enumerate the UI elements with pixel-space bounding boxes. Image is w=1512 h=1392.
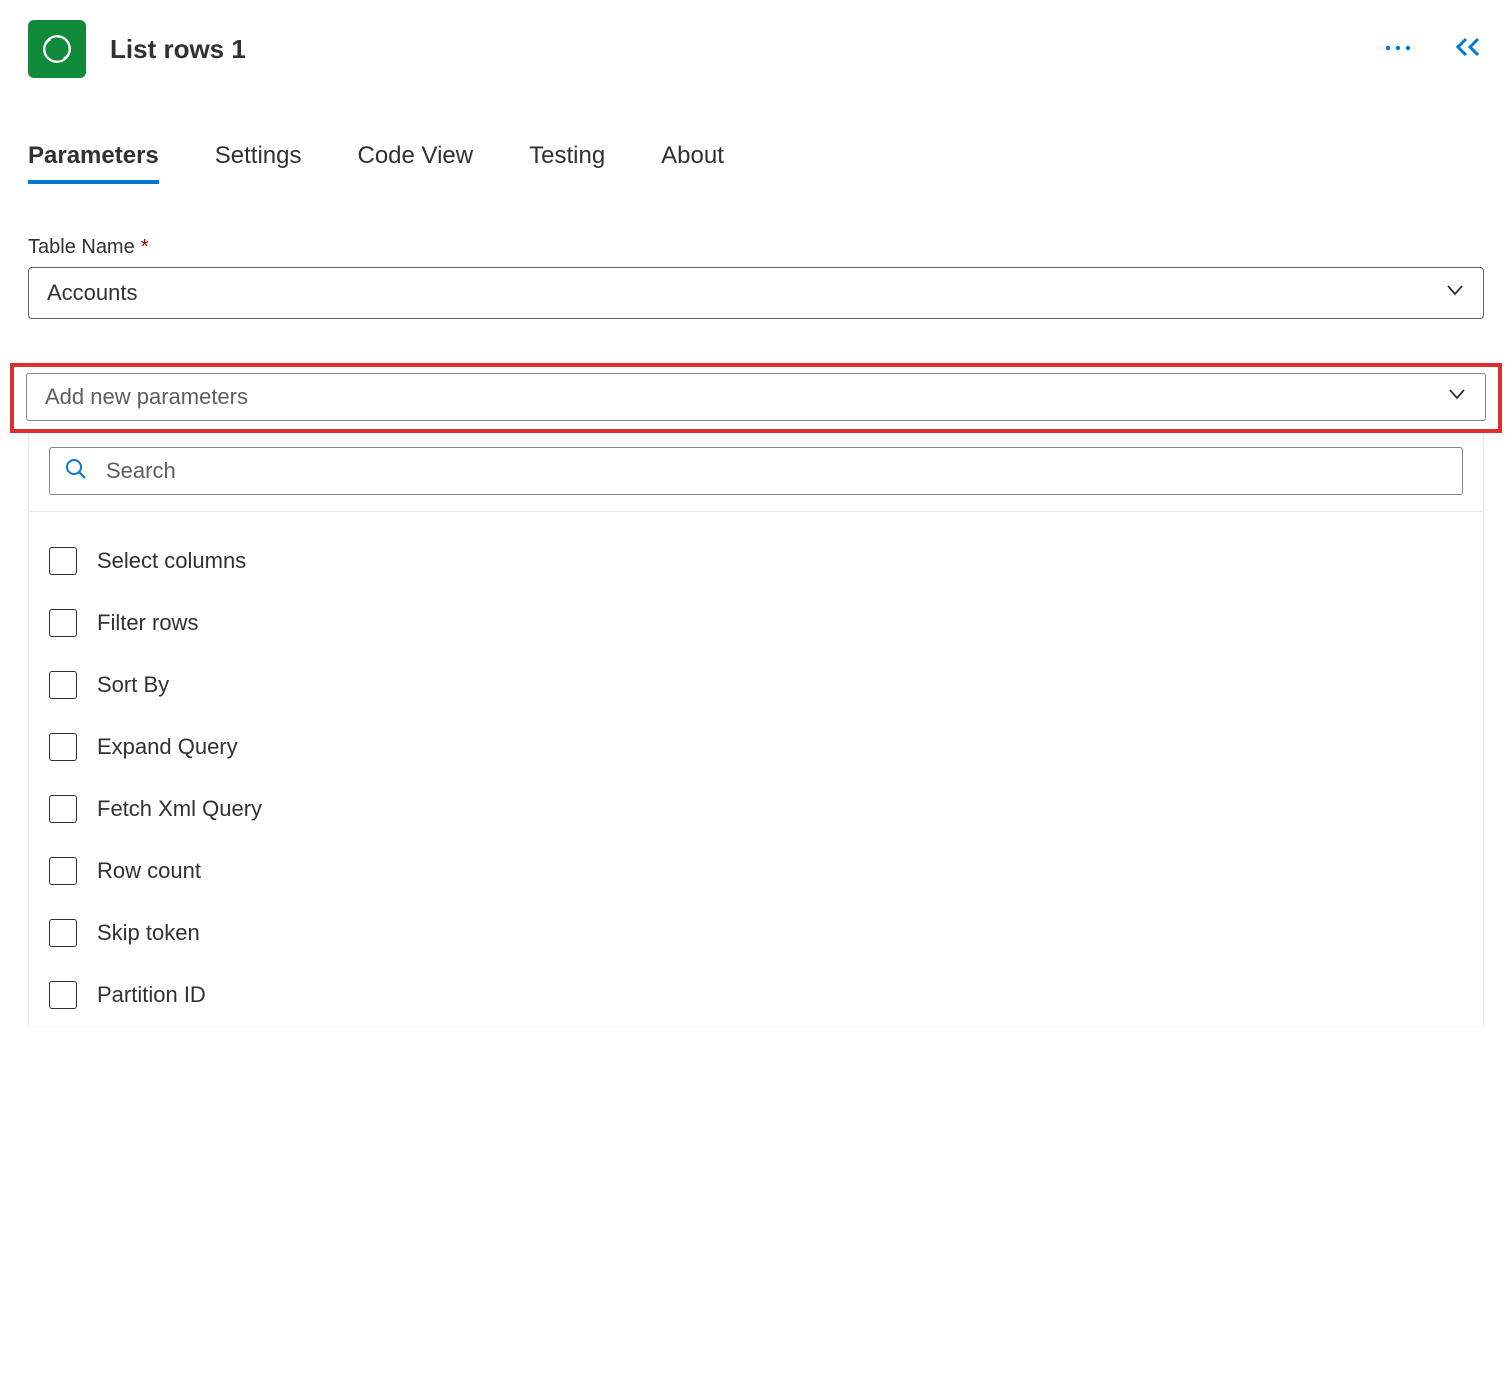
option-label: Sort By xyxy=(97,672,169,698)
connector-icon xyxy=(28,20,86,78)
checkbox[interactable] xyxy=(49,981,77,1009)
search-input[interactable] xyxy=(106,454,1448,488)
option-filter-rows[interactable]: Filter rows xyxy=(49,592,1463,654)
tab-parameters[interactable]: Parameters xyxy=(28,142,159,184)
label-text: Table Name xyxy=(28,236,135,259)
checkbox[interactable] xyxy=(49,671,77,699)
search-icon xyxy=(64,457,88,486)
collapse-icon[interactable] xyxy=(1452,36,1484,63)
tabs: Parameters Settings Code View Testing Ab… xyxy=(0,142,1512,184)
option-label: Row count xyxy=(97,858,201,884)
option-sort-by[interactable]: Sort By xyxy=(49,654,1463,716)
table-name-select[interactable]: Accounts xyxy=(28,267,1484,319)
tab-code-view[interactable]: Code View xyxy=(357,142,473,184)
checkbox[interactable] xyxy=(49,919,77,947)
add-parameters-placeholder: Add new parameters xyxy=(45,384,248,410)
parameters-form: Table Name * Accounts Add new parameters xyxy=(0,184,1512,433)
tab-testing[interactable]: Testing xyxy=(529,142,605,184)
panel-header: List rows 1 xyxy=(0,0,1512,78)
tab-about[interactable]: About xyxy=(661,142,724,184)
option-fetch-xml-query[interactable]: Fetch Xml Query xyxy=(49,778,1463,840)
option-row-count[interactable]: Row count xyxy=(49,840,1463,902)
search-box[interactable] xyxy=(49,447,1463,495)
add-parameters-dropdown[interactable]: Add new parameters xyxy=(26,373,1486,421)
add-parameters-highlight: Add new parameters xyxy=(10,363,1502,433)
option-label: Partition ID xyxy=(97,982,206,1008)
chevron-down-icon xyxy=(1447,384,1467,410)
checkbox[interactable] xyxy=(49,609,77,637)
more-icon[interactable] xyxy=(1384,40,1412,58)
option-label: Skip token xyxy=(97,920,200,946)
chevron-down-icon xyxy=(1445,280,1465,306)
table-name-label: Table Name * xyxy=(28,236,1484,259)
parameter-options-list: Select columns Filter rows Sort By Expan… xyxy=(29,512,1483,1026)
action-title: List rows 1 xyxy=(110,34,246,65)
option-label: Filter rows xyxy=(97,610,198,636)
header-left: List rows 1 xyxy=(28,20,246,78)
checkbox[interactable] xyxy=(49,733,77,761)
option-skip-token[interactable]: Skip token xyxy=(49,902,1463,964)
tab-settings[interactable]: Settings xyxy=(215,142,302,184)
required-indicator: * xyxy=(141,236,149,259)
option-partition-id[interactable]: Partition ID xyxy=(49,964,1463,1026)
option-expand-query[interactable]: Expand Query xyxy=(49,716,1463,778)
option-select-columns[interactable]: Select columns xyxy=(49,530,1463,592)
option-label: Expand Query xyxy=(97,734,238,760)
parameters-dropdown-panel: Select columns Filter rows Sort By Expan… xyxy=(28,433,1484,1026)
checkbox[interactable] xyxy=(49,857,77,885)
option-label: Fetch Xml Query xyxy=(97,796,262,822)
option-label: Select columns xyxy=(97,548,246,574)
table-name-value: Accounts xyxy=(47,280,138,306)
checkbox[interactable] xyxy=(49,547,77,575)
header-right xyxy=(1384,36,1484,63)
checkbox[interactable] xyxy=(49,795,77,823)
search-wrap xyxy=(29,433,1483,512)
